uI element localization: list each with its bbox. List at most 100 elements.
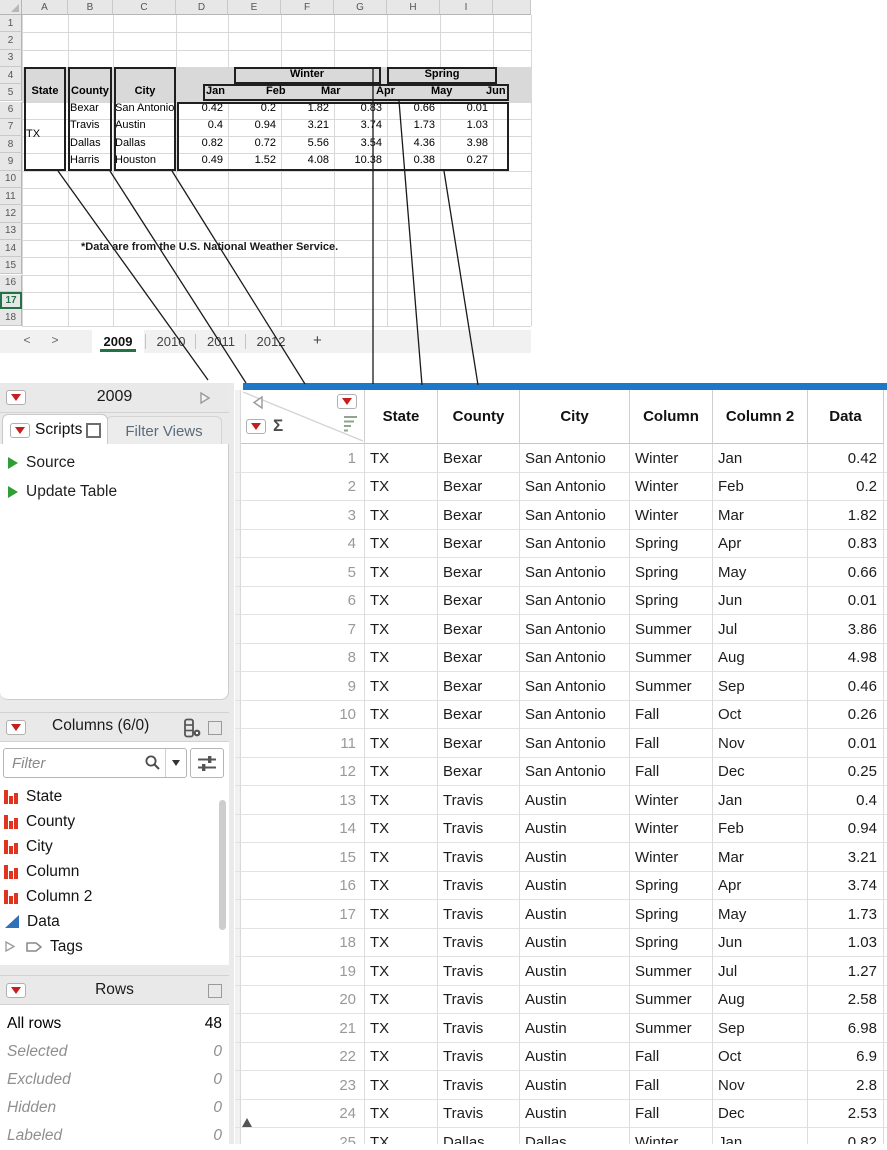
table-cell[interactable]: TX xyxy=(365,986,438,1015)
table-cell[interactable]: Travis xyxy=(438,900,520,929)
scripts-checkbox[interactable] xyxy=(86,423,101,438)
table-cell[interactable]: 1.03 xyxy=(808,929,884,958)
excel-row-header[interactable]: 17 xyxy=(0,292,22,309)
table-cell[interactable]: TX xyxy=(365,815,438,844)
table-cell[interactable]: 2.53 xyxy=(808,1100,884,1129)
excel-col-header[interactable]: E xyxy=(228,0,281,15)
table-row[interactable]: 20TXTravisAustinSummerAug2.58 xyxy=(235,986,887,1015)
table-cell[interactable]: Travis xyxy=(438,1043,520,1072)
table-row[interactable]: 11TXBexarSan AntonioFallNov0.01 xyxy=(235,729,887,758)
excel-row-header[interactable]: 8 xyxy=(0,136,22,153)
table-cell[interactable]: San Antonio xyxy=(520,530,630,559)
excel-col-header[interactable]: D xyxy=(176,0,228,15)
sheet-tab-2010[interactable]: 2010 xyxy=(148,330,194,353)
table-row[interactable]: 14TXTravisAustinWinterFeb0.94 xyxy=(235,815,887,844)
table-cell[interactable]: Austin xyxy=(520,1100,630,1129)
table-row[interactable]: 3TXBexarSan AntonioWinterMar1.82 xyxy=(235,501,887,530)
column-item-column[interactable]: Column xyxy=(4,859,214,884)
table-cell[interactable]: San Antonio xyxy=(520,701,630,730)
table-row[interactable]: 4TXBexarSan AntonioSpringApr0.83 xyxy=(235,530,887,559)
table-row[interactable]: 9TXBexarSan AntonioSummerSep0.46 xyxy=(235,672,887,701)
table-cell[interactable]: Winter xyxy=(630,473,713,502)
table-cell[interactable]: Summer xyxy=(630,615,713,644)
table-cell[interactable]: TX xyxy=(365,1071,438,1100)
table-cell[interactable]: Bexar xyxy=(438,444,520,473)
column-item-city[interactable]: City xyxy=(4,834,214,859)
table-cell[interactable]: Summer xyxy=(630,1014,713,1043)
table-cell[interactable]: May xyxy=(713,900,808,929)
table-cell[interactable]: May xyxy=(713,558,808,587)
row-number-cell[interactable]: 5 xyxy=(241,558,365,587)
table-cell[interactable]: Fall xyxy=(630,1071,713,1100)
row-number-cell[interactable]: 18 xyxy=(241,929,365,958)
table-cell[interactable]: 2.58 xyxy=(808,986,884,1015)
table-cell[interactable]: TX xyxy=(365,929,438,958)
column-item-state[interactable]: State xyxy=(4,784,214,809)
table-cell[interactable]: Austin xyxy=(520,929,630,958)
table-cell[interactable]: Spring xyxy=(630,900,713,929)
table-cell[interactable]: TX xyxy=(365,473,438,502)
row-number-cell[interactable]: 14 xyxy=(241,815,365,844)
table-cell[interactable]: Dec xyxy=(713,758,808,787)
column-header-column-2[interactable]: Column 2 xyxy=(713,390,808,444)
excel-row-header[interactable]: 12 xyxy=(0,205,22,222)
rows-red-triangle-corner-button[interactable] xyxy=(246,419,266,434)
table-cell[interactable]: Winter xyxy=(630,444,713,473)
columns-red-triangle-button[interactable] xyxy=(6,720,26,735)
table-cell[interactable]: Bexar xyxy=(438,587,520,616)
excel-row-header[interactable]: 9 xyxy=(0,153,22,170)
columns-collapse-icon[interactable] xyxy=(251,395,265,410)
excel-col-header[interactable]: H xyxy=(387,0,440,15)
excel-row-header[interactable]: 4 xyxy=(0,67,22,84)
table-cell[interactable]: Summer xyxy=(630,957,713,986)
table-row[interactable]: 2TXBexarSan AntonioWinterFeb0.2 xyxy=(235,473,887,502)
table-cell[interactable]: 0.94 xyxy=(808,815,884,844)
table-cell[interactable]: San Antonio xyxy=(520,644,630,673)
row-number-cell[interactable]: 12 xyxy=(241,758,365,787)
row-number-cell[interactable]: 17 xyxy=(241,900,365,929)
table-cell[interactable]: Fall xyxy=(630,758,713,787)
row-number-cell[interactable]: 8 xyxy=(241,644,365,673)
row-order-icon[interactable] xyxy=(342,414,359,432)
table-row[interactable]: 17TXTravisAustinSpringMay1.73 xyxy=(235,900,887,929)
filter-settings-button[interactable] xyxy=(190,748,224,778)
table-cell[interactable]: TX xyxy=(365,1128,438,1144)
table-cell[interactable]: Bexar xyxy=(438,758,520,787)
row-number-cell[interactable]: 21 xyxy=(241,1014,365,1043)
table-cell[interactable]: Travis xyxy=(438,986,520,1015)
rows-panel-checkbox[interactable] xyxy=(208,984,222,998)
table-cell[interactable]: Feb xyxy=(713,473,808,502)
table-cell[interactable]: Travis xyxy=(438,957,520,986)
row-stat-excluded[interactable]: Excluded0 xyxy=(0,1066,229,1094)
table-cell[interactable]: Apr xyxy=(713,530,808,559)
table-row[interactable]: 23TXTravisAustinFallNov2.8 xyxy=(235,1071,887,1100)
scripts-red-triangle-button[interactable] xyxy=(10,423,30,438)
table-cell[interactable]: Winter xyxy=(630,815,713,844)
panel-collapse-icon[interactable] xyxy=(198,391,212,405)
run-script-icon[interactable] xyxy=(8,457,18,469)
table-cell[interactable]: Jan xyxy=(713,1128,808,1144)
table-row[interactable]: 24TXTravisAustinFallDec2.53 xyxy=(235,1100,887,1129)
table-cell[interactable]: Austin xyxy=(520,1043,630,1072)
excel-row-header[interactable]: 14 xyxy=(0,240,22,257)
row-number-cell[interactable]: 16 xyxy=(241,872,365,901)
table-cell[interactable]: Sep xyxy=(713,1014,808,1043)
prev-sheet-icon[interactable]: < xyxy=(19,333,35,347)
table-row[interactable]: 6TXBexarSan AntonioSpringJun0.01 xyxy=(235,587,887,616)
table-cell[interactable]: Winter xyxy=(630,843,713,872)
column-header-data[interactable]: Data xyxy=(808,390,884,444)
table-cell[interactable]: Jul xyxy=(713,957,808,986)
table-cell[interactable]: Nov xyxy=(713,729,808,758)
table-cell[interactable]: Spring xyxy=(630,587,713,616)
table-row[interactable]: 8TXBexarSan AntonioSummerAug4.98 xyxy=(235,644,887,673)
column-item-county[interactable]: County xyxy=(4,809,214,834)
table-cell[interactable]: Summer xyxy=(630,986,713,1015)
row-stat-hidden[interactable]: Hidden0 xyxy=(0,1094,229,1122)
excel-row-header[interactable]: 16 xyxy=(0,275,22,292)
excel-row-header[interactable]: 15 xyxy=(0,257,22,274)
table-row[interactable]: 22TXTravisAustinFallOct6.9 xyxy=(235,1043,887,1072)
row-number-cell[interactable]: 2 xyxy=(241,473,365,502)
table-cell[interactable]: TX xyxy=(365,957,438,986)
excel-row-header[interactable]: 13 xyxy=(0,223,22,240)
excel-col-header[interactable]: G xyxy=(334,0,387,15)
